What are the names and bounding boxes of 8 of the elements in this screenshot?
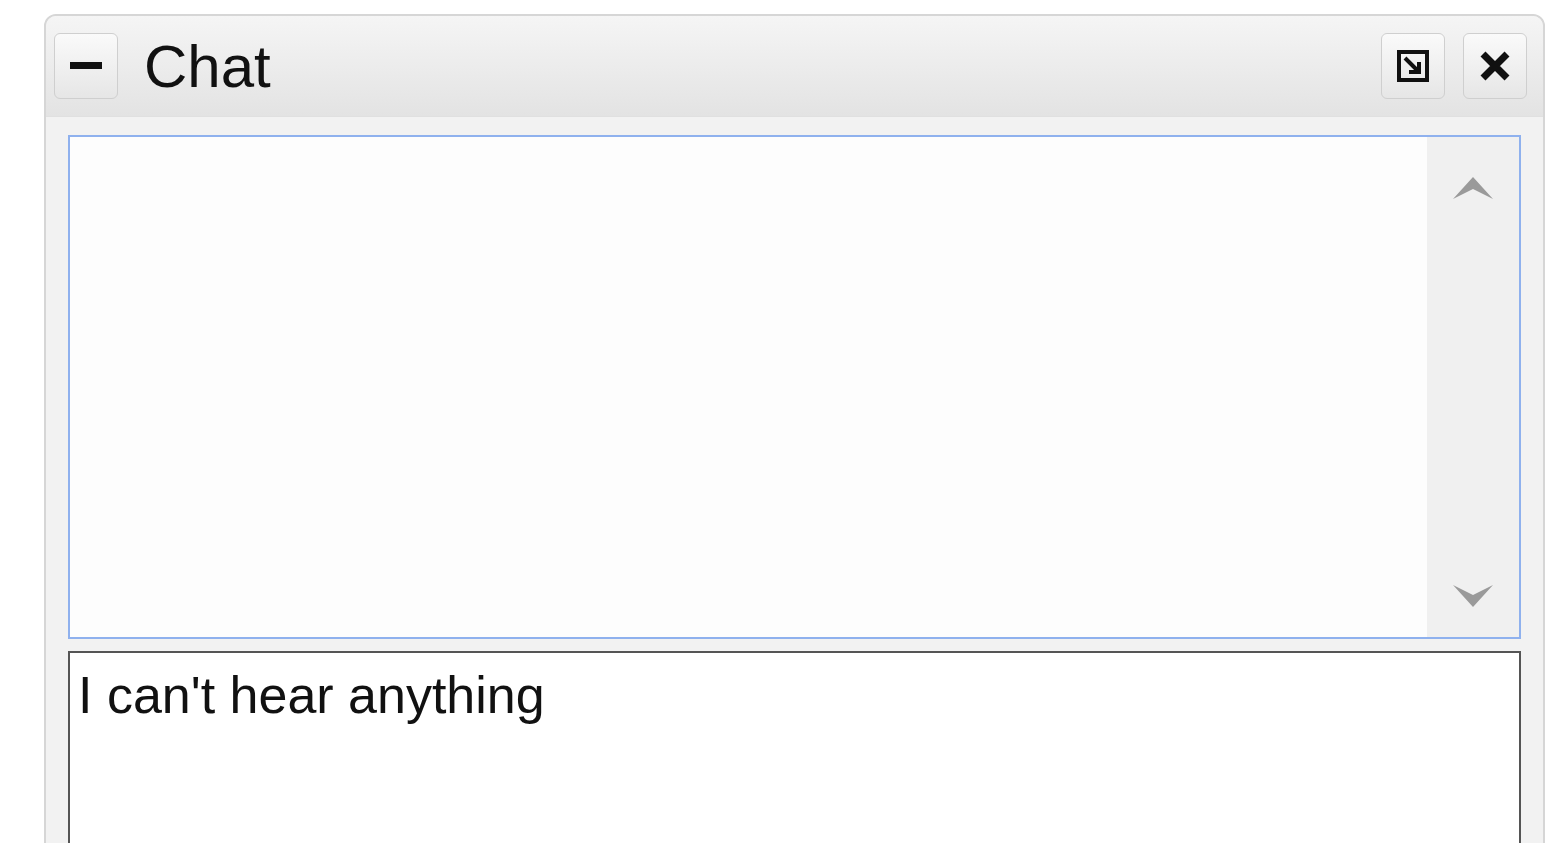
window-title: Chat	[144, 31, 272, 101]
input-field[interactable]: I can't hear anything	[68, 651, 1521, 843]
popout-button[interactable]	[1381, 33, 1445, 99]
close-button[interactable]	[1463, 33, 1527, 99]
minimize-button[interactable]	[54, 33, 118, 99]
popout-icon	[1395, 48, 1431, 84]
minimize-icon	[70, 62, 102, 70]
close-icon	[1478, 49, 1512, 83]
